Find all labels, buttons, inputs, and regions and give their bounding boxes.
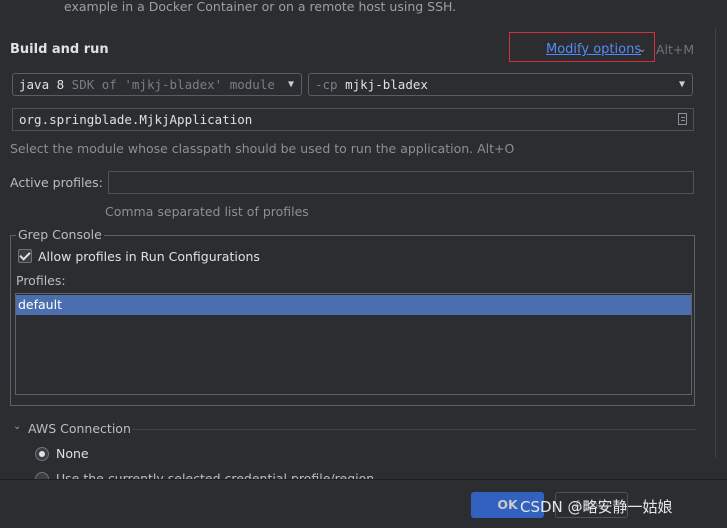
aws-none-radio[interactable] [35,447,49,461]
main-class-value: org.springblade.MjkjApplication [19,112,253,127]
browse-document-icon[interactable] [678,113,687,125]
aws-none-label[interactable]: None [56,446,89,461]
csdn-watermark: CSDN @略安静一姑娘 [520,498,673,516]
main-class-field[interactable]: org.springblade.MjkjApplication [12,108,694,131]
dropdown-arrow-icon: ▼ [287,79,294,90]
top-description: example in a Docker Container or on a re… [64,0,457,14]
grep-console-title: Grep Console [16,227,104,242]
profiles-list[interactable]: default [15,293,692,395]
jdk-description: SDK of 'mjkj-bladex' module [64,77,275,92]
dropdown-arrow-icon: ▼ [678,79,685,90]
modify-options-link[interactable]: Modify options [546,42,641,57]
modify-options-shortcut: Alt+M [656,42,695,57]
profiles-label: Profiles: [16,273,66,288]
jdk-version: java 8 [19,77,65,92]
allow-profiles-checkbox[interactable] [18,249,32,263]
collapse-chevron-icon[interactable]: ⌄ [13,421,21,432]
module-hint: Select the module whose classpath should… [10,141,515,156]
build-and-run-title: Build and run [10,42,109,57]
chevron-down-icon[interactable]: ⌄ [638,44,646,55]
cp-prefix: -cp [315,77,346,92]
modify-options-label: Modify options [546,42,642,57]
cp-module: mjkj-bladex [345,77,428,92]
allow-profiles-label[interactable]: Allow profiles in Run Configurations [38,249,260,264]
profile-item-default[interactable]: default [16,295,691,315]
classpath-module-select[interactable]: -cp mjkj-bladex ▼ [308,73,693,96]
active-profiles-label: Active profiles: [10,175,103,190]
aws-divider [132,429,697,430]
right-divider [715,28,716,458]
active-profiles-input[interactable] [108,171,694,194]
jdk-select[interactable]: java 8 SDK of 'mjkj-bladex' module ▼ [12,73,302,96]
aws-connection-title[interactable]: AWS Connection [28,421,131,436]
active-profiles-hint: Comma separated list of profiles [105,204,309,219]
